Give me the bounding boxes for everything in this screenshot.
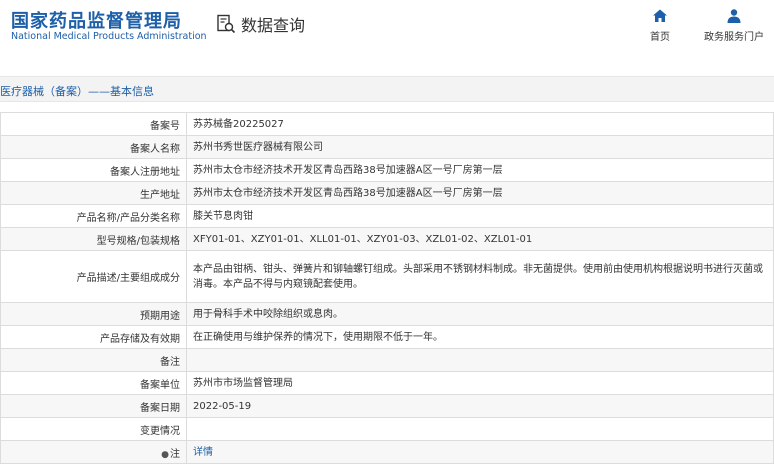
row-value: 在正确使用与维护保养的情况下，使用期限不低于一年。 <box>186 325 774 349</box>
note-label: 注 <box>170 448 180 460</box>
table-row: 预期用途 用于骨科手术中咬除组织或息肉。 <box>0 302 774 326</box>
row-value: 苏苏械备20225027 <box>186 112 774 136</box>
row-label: 备案号 <box>0 112 187 136</box>
table-row: 备案号 苏苏械备20225027 <box>0 112 774 136</box>
row-value: 本产品由钳柄、钳头、弹簧片和铆轴螺钉组成。头部采用不锈钢材料制成。非无菌提供。使… <box>186 250 774 303</box>
row-value: 详情 <box>186 440 774 464</box>
nav-gov-portal[interactable]: 政务服务门户 <box>704 8 764 43</box>
nav-gov-label: 政务服务门户 <box>704 32 764 43</box>
record-info-table: 备案号 苏苏械备20225027 备案人名称 苏州书秀世医疗器械有限公司 备案人… <box>0 112 774 464</box>
table-row: 变更情况 <box>0 417 774 441</box>
document-search-icon <box>217 14 236 34</box>
table-row: 产品名称/产品分类名称 膝关节息肉钳 <box>0 204 774 228</box>
row-value <box>186 417 774 441</box>
table-row: 产品存储及有效期 在正确使用与维护保养的情况下，使用期限不低于一年。 <box>0 325 774 349</box>
row-label: 备案人名称 <box>0 135 187 159</box>
data-query-label: 数据查询 <box>241 16 306 35</box>
row-value: 苏州市太仓市经济技术开发区青岛西路38号加速器A区一号厂房第一层 <box>186 158 774 182</box>
table-row: 备案人名称 苏州书秀世医疗器械有限公司 <box>0 135 774 159</box>
site-logo-subtitle: National Medical Products Administration <box>11 31 207 42</box>
site-logo-title[interactable]: 国家药品监督管理局 <box>11 7 182 33</box>
row-label: 产品存储及有效期 <box>0 325 187 349</box>
breadcrumb: 医疗器械（备案）——基本信息 <box>0 85 154 98</box>
row-label: 备案单位 <box>0 371 187 395</box>
nav-home[interactable]: 首页 <box>650 8 670 43</box>
table-row: 备注 <box>0 348 774 372</box>
table-row: 备案日期 2022-05-19 <box>0 394 774 418</box>
bullet-icon: ● <box>161 449 169 460</box>
row-value: 苏州市市场监督管理局 <box>186 371 774 395</box>
breadcrumb-bar: 医疗器械（备案）——基本信息 <box>0 76 774 102</box>
row-value: 用于骨科手术中咬除组织或息肉。 <box>186 302 774 326</box>
row-label: 生产地址 <box>0 181 187 205</box>
row-label: 产品描述/主要组成成分 <box>0 250 187 303</box>
row-label: 备案日期 <box>0 394 187 418</box>
table-row: 备案单位 苏州市市场监督管理局 <box>0 371 774 395</box>
nav-home-label: 首页 <box>650 32 670 43</box>
row-label-note: ●注 <box>0 440 187 464</box>
site-header: 国家药品监督管理局 National Medical Products Admi… <box>0 0 774 64</box>
row-value: 膝关节息肉钳 <box>186 204 774 228</box>
table-row: 型号规格/包装规格 XFY01-01、XZY01-01、XLL01-01、XZY… <box>0 227 774 251</box>
row-value: 2022-05-19 <box>186 394 774 418</box>
table-row: ●注 详情 <box>0 440 774 464</box>
row-value: 苏州市太仓市经济技术开发区青岛西路38号加速器A区一号厂房第一层 <box>186 181 774 205</box>
data-query-title: 数据查询 <box>216 12 305 36</box>
row-value <box>186 348 774 372</box>
row-label: 产品名称/产品分类名称 <box>0 204 187 228</box>
row-value: XFY01-01、XZY01-01、XLL01-01、XZY01-03、XZL0… <box>186 227 774 251</box>
details-link[interactable]: 详情 <box>193 447 213 458</box>
row-label: 备注 <box>0 348 187 372</box>
user-icon <box>727 9 741 23</box>
row-value: 苏州书秀世医疗器械有限公司 <box>186 135 774 159</box>
row-label: 变更情况 <box>0 417 187 441</box>
home-icon <box>653 9 667 22</box>
row-label: 备案人注册地址 <box>0 158 187 182</box>
row-label: 型号规格/包装规格 <box>0 227 187 251</box>
table-row: 生产地址 苏州市太仓市经济技术开发区青岛西路38号加速器A区一号厂房第一层 <box>0 181 774 205</box>
table-row: 产品描述/主要组成成分 本产品由钳柄、钳头、弹簧片和铆轴螺钉组成。头部采用不锈钢… <box>0 250 774 303</box>
row-label: 预期用途 <box>0 302 187 326</box>
table-row: 备案人注册地址 苏州市太仓市经济技术开发区青岛西路38号加速器A区一号厂房第一层 <box>0 158 774 182</box>
